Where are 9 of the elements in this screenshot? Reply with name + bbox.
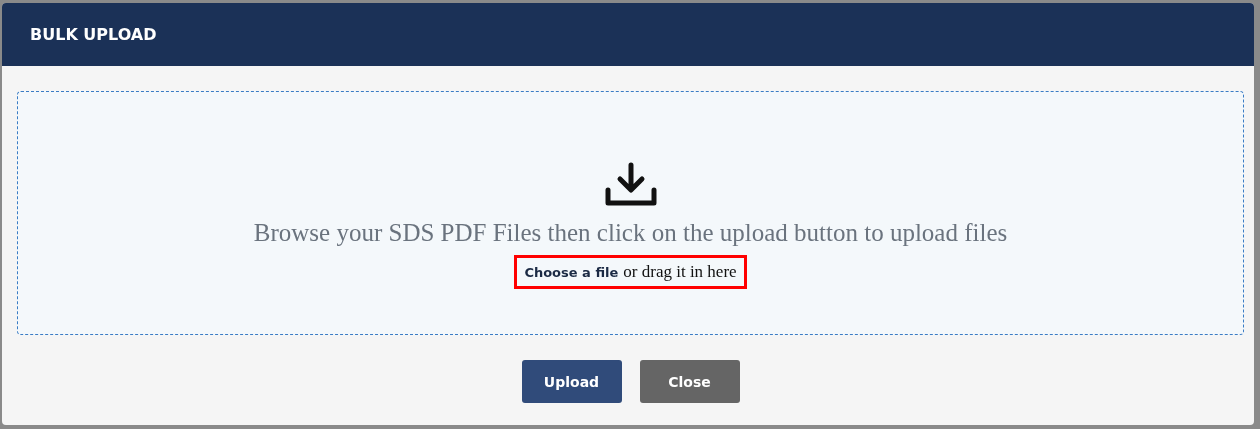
drop-zone[interactable]: Browse your SDS PDF Files then click on the upload button to upload files Choose a file or drag it in here (17, 91, 1244, 335)
dialog-title: BULK UPLOAD (30, 25, 157, 44)
file-chooser[interactable]: Choose a file or drag it in here (514, 255, 747, 289)
close-button[interactable]: Close (639, 360, 740, 403)
instruction-text: Browse your SDS PDF Files then click on the upload button to upload files (253, 219, 1008, 247)
drag-hint: or drag it in here (623, 262, 737, 282)
choose-file-link[interactable]: Choose a file (524, 265, 619, 280)
download-icon (603, 161, 658, 207)
upload-button[interactable]: Upload (521, 360, 622, 403)
